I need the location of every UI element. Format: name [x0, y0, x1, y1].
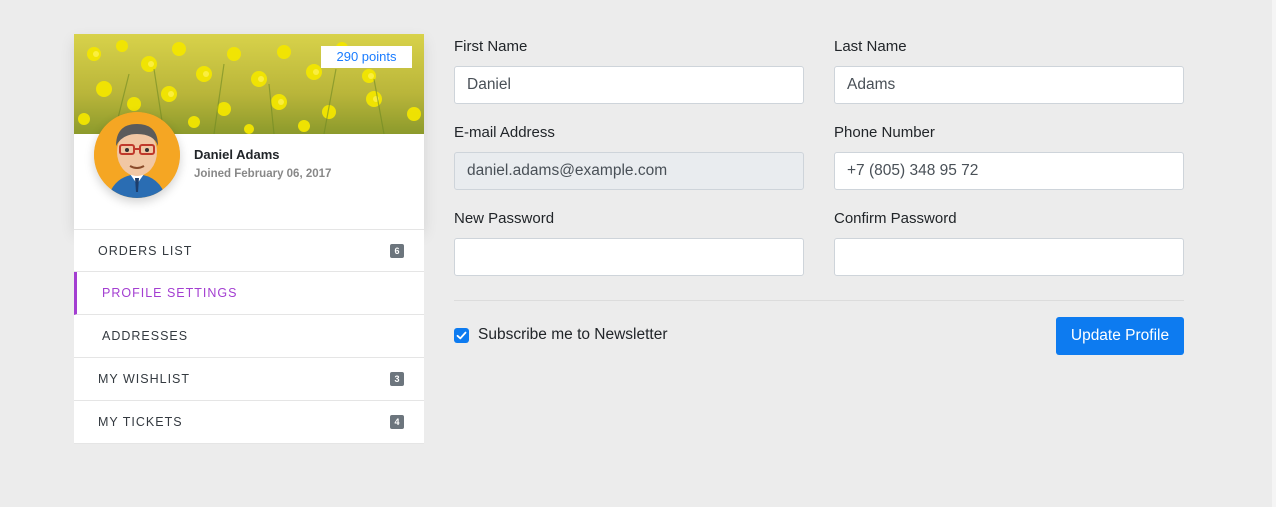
profile-card: 290 points Daniel Adams Joined February … — [74, 34, 424, 444]
email-label: E-mail Address — [454, 124, 555, 141]
phone-label: Phone Number — [834, 124, 935, 141]
menu-item-label: ADDRESSES — [102, 329, 189, 343]
count-badge: 6 — [390, 243, 404, 258]
last-name-label: Last Name — [834, 38, 907, 55]
first-name-field[interactable] — [454, 66, 804, 104]
first-name-group: First Name — [454, 38, 804, 104]
menu-item-label: MY TICKETS — [98, 415, 183, 429]
update-profile-button[interactable]: Update Profile — [1056, 317, 1184, 355]
first-name-label: First Name — [454, 38, 528, 55]
count-badge: 3 — [390, 372, 404, 386]
confirm-password-field[interactable] — [834, 238, 1184, 276]
newsletter-label[interactable]: Subscribe me to Newsletter — [478, 326, 668, 344]
confirm-password-group: Confirm Password — [834, 210, 1184, 276]
email-group: E-mail Address — [454, 124, 804, 190]
new-password-field[interactable] — [454, 238, 804, 276]
count-badge: 4 — [390, 415, 404, 429]
menu-item-addresses[interactable]: ADDRESSES — [74, 315, 424, 358]
form-divider — [454, 300, 1184, 301]
last-name-group: Last Name — [834, 38, 1184, 104]
profile-header: 290 points Daniel Adams Joined February … — [74, 34, 424, 229]
menu-item-my-wishlist[interactable]: MY WISHLIST 3 — [74, 358, 424, 401]
user-joined-date: Joined February 06, 2017 — [194, 168, 332, 180]
confirm-password-label: Confirm Password — [834, 210, 957, 227]
page-scrollbar[interactable] — [1272, 0, 1276, 507]
phone-group: Phone Number — [834, 124, 1184, 190]
menu-item-label: ORDERS LIST — [98, 243, 193, 258]
menu-item-orders-list[interactable]: ORDERS LIST 6 — [74, 229, 424, 272]
new-password-label: New Password — [454, 210, 555, 227]
phone-field[interactable] — [834, 152, 1184, 190]
checkmark-icon — [456, 331, 467, 339]
menu-item-profile-settings[interactable]: PROFILE SETTINGS — [74, 272, 424, 315]
account-menu: ORDERS LIST 6 PROFILE SETTINGS ADDRESSES… — [74, 229, 424, 444]
new-password-group: New Password — [454, 210, 804, 276]
last-name-field[interactable] — [834, 66, 1184, 104]
user-name: Daniel Adams — [194, 147, 280, 162]
menu-item-my-tickets[interactable]: MY TICKETS 4 — [74, 401, 424, 444]
menu-item-label: PROFILE SETTINGS — [102, 286, 238, 300]
email-field[interactable] — [454, 152, 804, 190]
points-badge: 290 points — [321, 46, 412, 68]
menu-item-label: MY WISHLIST — [98, 372, 191, 386]
newsletter-option: Subscribe me to Newsletter — [454, 326, 668, 344]
avatar — [94, 112, 180, 198]
newsletter-checkbox[interactable] — [454, 327, 469, 343]
